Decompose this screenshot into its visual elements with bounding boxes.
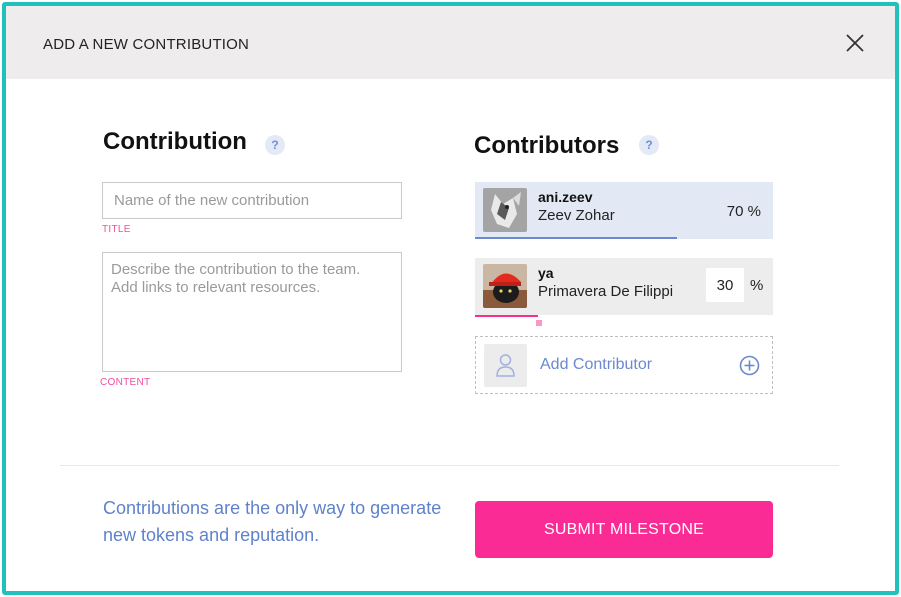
add-contributor-button[interactable]: Add Contributor: [475, 336, 773, 394]
contribution-title-input[interactable]: [102, 182, 402, 219]
close-icon[interactable]: [842, 30, 868, 56]
plus-circle-icon[interactable]: [739, 355, 760, 376]
percent-sign: %: [750, 277, 764, 294]
contributor-share-input[interactable]: [706, 268, 744, 302]
contributor-name: Zeev Zohar: [538, 207, 615, 224]
contribution-help-icon[interactable]: ?: [265, 135, 285, 155]
contribution-heading: Contribution: [103, 128, 247, 155]
add-contributor-label: Add Contributor: [540, 356, 653, 373]
title-field-label: TITLE: [102, 224, 131, 235]
submit-milestone-button[interactable]: SUBMIT MILESTONE: [475, 501, 773, 558]
content-field-label: CONTENT: [100, 377, 151, 388]
red-hat-cat-avatar: [483, 264, 527, 308]
contributor-card[interactable]: ya Primavera De Filippi %: [475, 258, 773, 326]
contributor-share-bar: [475, 237, 677, 239]
contributors-help-icon[interactable]: ?: [639, 135, 659, 155]
modal-header: ADD A NEW CONTRIBUTION: [6, 6, 895, 79]
contributor-username: ani.zeev: [538, 189, 593, 205]
contributor-share: 70 %: [726, 203, 761, 220]
modal-title: ADD A NEW CONTRIBUTION: [43, 36, 250, 53]
contributor-name: Primavera De Filippi: [538, 283, 674, 300]
contributor-card[interactable]: ani.zeev Zeev Zohar 70 %: [475, 182, 773, 239]
footer-divider: [60, 465, 839, 466]
share-slider-handle[interactable]: [536, 313, 542, 326]
user-icon: [484, 344, 527, 387]
footer-note: Contributions are the only way to genera…: [103, 498, 442, 545]
contributor-username: ya: [538, 265, 554, 281]
wolf-avatar: [483, 188, 527, 232]
contribution-content-input[interactable]: [102, 252, 402, 372]
contributor-share-bar: [475, 315, 538, 317]
add-contribution-modal: ADD A NEW CONTRIBUTION Contribution ? TI…: [2, 2, 899, 595]
contributors-heading: Contributors: [474, 132, 620, 159]
